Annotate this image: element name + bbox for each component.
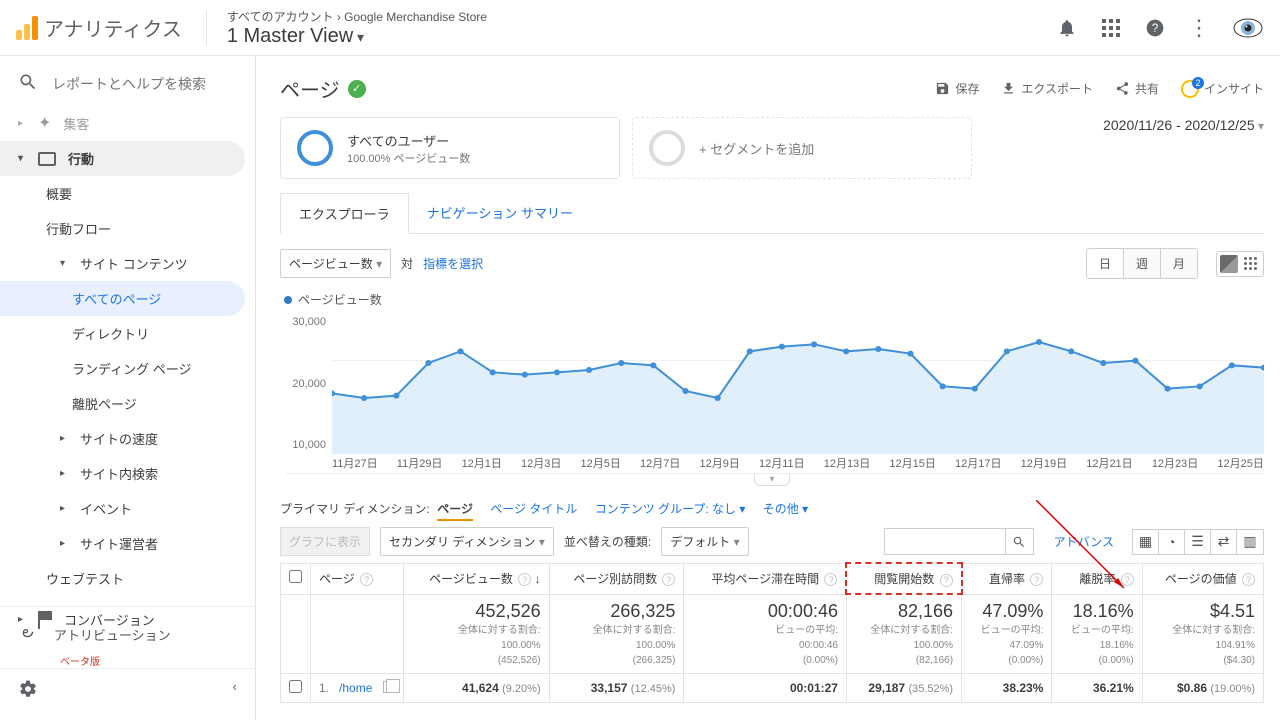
- beta-label: ベータ版: [0, 653, 255, 668]
- prim-dim-page-title[interactable]: ページ タイトル: [490, 502, 577, 516]
- nav-overview[interactable]: 概要: [0, 176, 255, 211]
- nav-site-search[interactable]: ▸サイト内検索: [0, 456, 255, 491]
- vs-label: 対: [401, 255, 413, 272]
- select-all-checkbox[interactable]: [289, 570, 302, 583]
- pie-view-icon[interactable]: ◔: [1159, 530, 1185, 554]
- advanced-link[interactable]: アドバンス: [1054, 533, 1114, 550]
- table-row[interactable]: 1./home 41,624 (9.20%) 33,157 (12.45%) 0…: [281, 674, 1264, 703]
- ga-logo-icon: [16, 16, 38, 40]
- breadcrumb[interactable]: すべてのアカウント › Google Merchandise Store: [227, 8, 487, 25]
- segment-add-icon: [649, 130, 685, 166]
- sort-type-dropdown[interactable]: デフォルト: [661, 527, 748, 556]
- chart-area-icon[interactable]: [1220, 255, 1238, 273]
- row-page-link[interactable]: /home: [339, 681, 372, 695]
- search-icon[interactable]: [1005, 529, 1033, 554]
- table-view-icon[interactable]: ▦: [1133, 530, 1159, 554]
- sort-type-label: 並べ替えの種類:: [564, 533, 651, 550]
- nav-behavior-flow[interactable]: 行動フロー: [0, 211, 255, 246]
- nav-landing-pages[interactable]: ランディング ページ: [0, 351, 255, 386]
- time-week[interactable]: 週: [1124, 249, 1161, 278]
- tab-explorer[interactable]: エクスプローラ: [280, 193, 409, 234]
- chart-legend: ページビュー数: [298, 291, 382, 308]
- prim-dim-page[interactable]: ページ: [437, 502, 473, 521]
- svg-text:?: ?: [1152, 22, 1159, 35]
- insight-icon: [1181, 80, 1199, 98]
- time-month[interactable]: 月: [1161, 249, 1197, 278]
- ga-logo[interactable]: アナリティクス: [16, 10, 207, 46]
- nav-attribution[interactable]: ౿アトリビューション: [0, 615, 255, 653]
- brand-name: アナリティクス: [44, 13, 182, 42]
- col-unique-pageviews[interactable]: ページ別訪問数 ?: [549, 563, 684, 594]
- col-pageviews[interactable]: ページビュー数 ? ↓: [404, 563, 549, 594]
- page-title: ページ: [280, 74, 340, 103]
- chart-motion-icon[interactable]: [1242, 255, 1260, 273]
- apps-icon[interactable]: [1100, 17, 1122, 39]
- nav-publisher[interactable]: ▸サイト運営者: [0, 526, 255, 561]
- row-checkbox[interactable]: [289, 680, 302, 693]
- account-avatar[interactable]: [1232, 10, 1264, 45]
- col-avg-time[interactable]: 平均ページ滞在時間 ?: [684, 563, 847, 594]
- nav-site-speed[interactable]: ▸サイトの速度: [0, 421, 255, 456]
- legend-dot: [284, 296, 292, 304]
- bar-view-icon[interactable]: ☰: [1185, 530, 1211, 554]
- export-button[interactable]: エクスポート: [1001, 80, 1093, 97]
- nav-exit-pages[interactable]: 離脱ページ: [0, 386, 255, 421]
- search-input[interactable]: [52, 76, 222, 92]
- more-vert-icon[interactable]: ⋮: [1188, 17, 1210, 39]
- tab-nav-summary[interactable]: ナビゲーション サマリー: [409, 193, 591, 233]
- bell-icon[interactable]: [1056, 17, 1078, 39]
- compare-view-icon[interactable]: ⇄: [1211, 530, 1237, 554]
- choose-metric-link[interactable]: 指標を選択: [423, 255, 483, 272]
- time-unit-toggle: 日 週 月: [1086, 248, 1198, 279]
- date-range-picker[interactable]: 2020/11/26 - 2020/12/25: [1103, 117, 1264, 133]
- time-day[interactable]: 日: [1087, 249, 1124, 278]
- open-icon[interactable]: [383, 681, 395, 693]
- col-page-value[interactable]: ページの価値 ?: [1142, 563, 1263, 594]
- nav-behavior[interactable]: ▾行動: [0, 141, 245, 176]
- nav-content-drilldown[interactable]: ディレクトリ: [0, 316, 255, 351]
- help-icon[interactable]: ?: [1144, 17, 1166, 39]
- nav-all-pages[interactable]: すべてのページ: [0, 281, 245, 316]
- segment-ring-icon: [297, 130, 333, 166]
- col-bounce-rate[interactable]: 直帰率 ?: [962, 563, 1052, 594]
- behavior-icon: [38, 152, 56, 166]
- nav-webtest[interactable]: ウェブテスト: [0, 561, 255, 596]
- admin-gear-icon[interactable]: [18, 679, 38, 702]
- verified-icon: ✓: [348, 80, 366, 98]
- search-icon[interactable]: [18, 72, 38, 95]
- chart-expand-handle[interactable]: ▾: [754, 474, 790, 486]
- segment-all-users[interactable]: すべてのユーザー100.00% ページビュー数: [280, 117, 620, 179]
- insight-button[interactable]: インサイト: [1181, 80, 1264, 98]
- prim-dim-label: プライマリ ディメンション:: [280, 502, 430, 516]
- prim-dim-content-group[interactable]: コンテンツ グループ: なし ▾: [595, 502, 746, 516]
- segment-add[interactable]: + セグメントを追加: [632, 117, 972, 179]
- view-selector[interactable]: 1 Master View: [227, 25, 487, 48]
- metric-dropdown[interactable]: ページビュー数: [280, 249, 391, 278]
- save-button[interactable]: 保存: [935, 80, 979, 97]
- collapse-icon[interactable]: ‹: [233, 679, 237, 702]
- col-page[interactable]: ページ ?: [311, 563, 404, 594]
- share-button[interactable]: 共有: [1115, 80, 1159, 97]
- nav-site-content[interactable]: ▾サイト コンテンツ: [0, 246, 255, 281]
- prim-dim-other[interactable]: その他 ▾: [763, 502, 808, 516]
- secondary-dim-dropdown[interactable]: セカンダリ ディメンション: [380, 527, 554, 556]
- chart-area: 30,00020,00010,000 11月27日11月29日12月1日12月3…: [286, 314, 1264, 474]
- pivot-view-icon[interactable]: ▥: [1237, 530, 1263, 554]
- col-entrances[interactable]: 閲覧開始数 ?: [846, 563, 961, 594]
- nav-events[interactable]: ▸イベント: [0, 491, 255, 526]
- table-search-input[interactable]: [885, 529, 1005, 554]
- plot-rows-button[interactable]: グラフに表示: [280, 527, 370, 556]
- nav-acquisition[interactable]: ▸✦集客: [0, 105, 255, 141]
- col-exit-rate[interactable]: 離脱率 ?: [1052, 563, 1142, 594]
- summary-row: 452,526全体に対する割合:100.00%(452,526) 266,325…: [281, 594, 1264, 674]
